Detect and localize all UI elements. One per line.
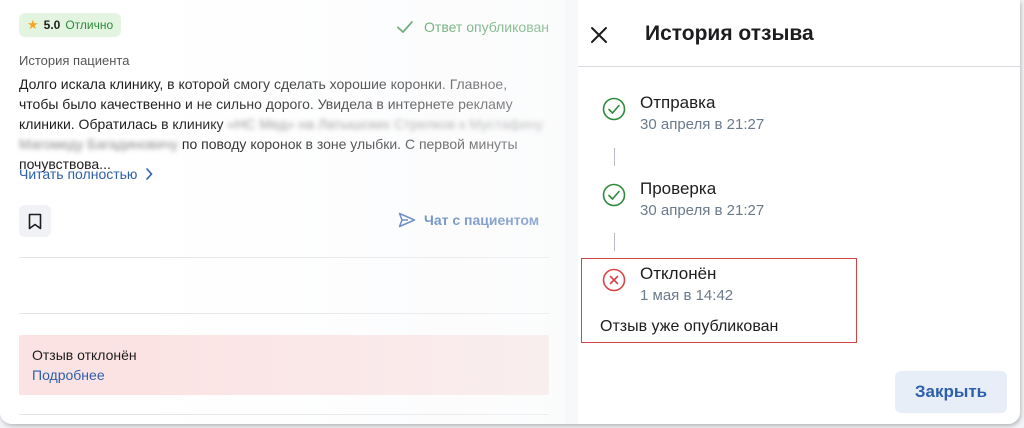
- step-name: Отправка: [640, 93, 716, 112]
- timeline-connector: [614, 148, 615, 166]
- timeline-connector: [614, 233, 615, 251]
- step-date: 1 мая в 14:42: [640, 287, 734, 304]
- rejection-title: Отзыв отклонён: [32, 347, 137, 363]
- star-icon: ★: [27, 17, 39, 32]
- check-icon: [397, 21, 413, 33]
- step-date: 30 апреля в 21:27: [640, 202, 765, 219]
- panel-title: История отзыва: [645, 22, 814, 45]
- x-circle-icon: [602, 268, 626, 292]
- send-icon: [398, 212, 416, 228]
- section-label: История пациента: [19, 53, 130, 68]
- published-status-text: Ответ опубликован: [424, 19, 549, 35]
- step-date: 30 апреля в 21:27: [640, 116, 765, 133]
- divider: [19, 257, 549, 258]
- read-more-label: Читать полностью: [19, 166, 138, 182]
- published-status: Ответ опубликован: [396, 18, 549, 36]
- close-icon[interactable]: [588, 24, 610, 46]
- chat-with-patient-button[interactable]: Чат с пациентом: [398, 212, 539, 228]
- bookmark-button[interactable]: [19, 205, 51, 237]
- step-name: Отклонён: [640, 264, 717, 283]
- app-window: ★ 5.0 Отлично Ответ опубликован История …: [0, 0, 1020, 424]
- rating-badge: ★ 5.0 Отлично: [19, 13, 122, 37]
- close-button[interactable]: Закрыть: [895, 371, 1007, 413]
- check-circle-icon: [602, 97, 626, 121]
- rejection-notice: Отзыв отклонён Подробнее: [19, 335, 549, 395]
- chevron-right-icon: [146, 168, 154, 180]
- divider: [19, 313, 549, 314]
- bookmark-icon: [28, 213, 42, 229]
- review-card: ★ 5.0 Отлично Ответ опубликован История …: [0, 0, 565, 424]
- review-history-panel: История отзыва Отправка 30 апреля в 21:2…: [578, 0, 1020, 424]
- rejection-reason: Отзыв уже опубликован: [600, 318, 779, 335]
- review-text: Долго искала клинику, в которой смогу сд…: [19, 74, 549, 174]
- rejection-details-link[interactable]: Подробнее: [32, 367, 105, 383]
- step-name: Проверка: [640, 179, 717, 198]
- divider: [19, 414, 549, 415]
- check-circle-icon: [602, 183, 626, 207]
- read-more-link[interactable]: Читать полностью: [19, 166, 154, 182]
- divider: [578, 66, 1020, 67]
- rating-label: Отлично: [65, 18, 114, 32]
- rating-score: 5.0: [43, 18, 61, 32]
- review-list-area: ★ 5.0 Отлично Ответ опубликован История …: [0, 0, 578, 424]
- chat-label: Чат с пациентом: [424, 212, 540, 228]
